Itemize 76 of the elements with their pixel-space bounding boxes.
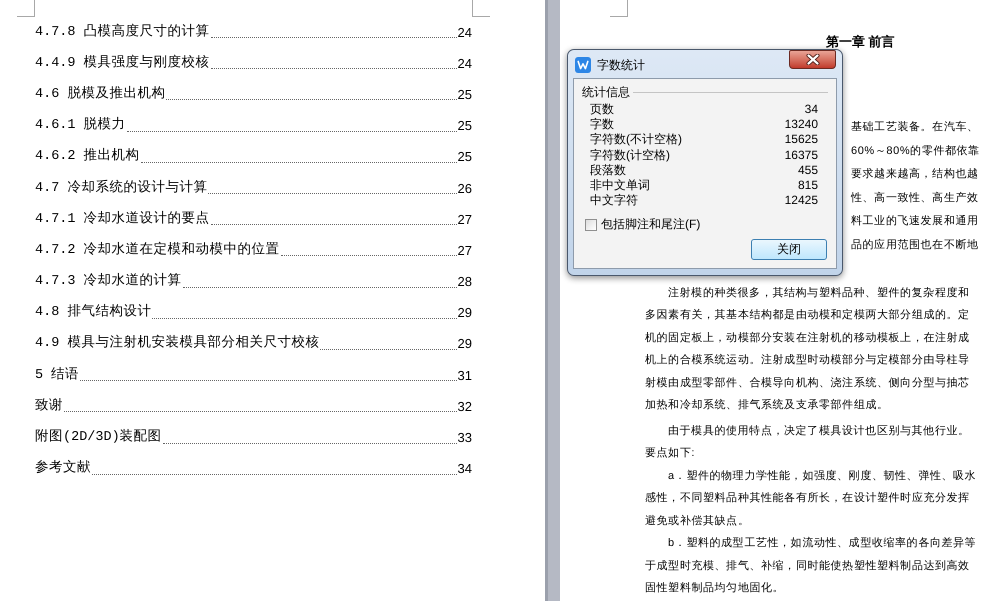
crop-mark <box>472 0 490 17</box>
body-text-line: 要求越来越高，结构也越 <box>851 166 979 182</box>
toc-entry: 参考文献 <box>35 460 91 478</box>
page-number: 33 <box>458 429 472 448</box>
page-number: 34 <box>458 460 472 478</box>
page-number: 24 <box>458 24 472 42</box>
page-number: 32 <box>458 398 472 416</box>
body-text-line: b．塑料的成型工艺性，如流动性、成型收缩率的各向差异等 <box>668 536 976 552</box>
stat-value: 13240 <box>784 117 818 132</box>
toc-entry: 4.7.8 凸模高度尺寸的计算 <box>35 24 210 42</box>
stat-value: 455 <box>798 162 818 178</box>
stat-label: 页数 <box>590 102 614 118</box>
page-number: 24 <box>458 54 472 73</box>
close-button[interactable]: 关闭 <box>751 239 827 260</box>
body-text-line: 于成型时充模、排气、补缩，同时能使热塑性塑料制品达到高效 <box>645 558 970 574</box>
group-label: 统计信息 <box>582 85 630 100</box>
stat-label: 字符数(计空格) <box>590 148 670 163</box>
body-text-line: 加热和冷却系统、排气系统及支承零部件组成。 <box>645 398 889 414</box>
stat-label: 段落数 <box>590 162 626 178</box>
app-logo-icon <box>575 57 591 73</box>
toc-entry: 4.4.9 模具强度与刚度校核 <box>35 54 210 73</box>
stat-value: 34 <box>804 102 818 118</box>
toc-entry: 附图(2D/3D)装配图 <box>35 429 162 448</box>
toc-entry: 4.6 脱模及推出机构 <box>35 86 166 104</box>
body-text-line: 品的应用范围也在不断地 <box>851 238 979 253</box>
body-text-line: 料工业的飞速发展和通用 <box>851 214 979 230</box>
body-text-line: 机的固定板上，动模部分安装在注射机的移动模板上，在注射成 <box>645 330 970 346</box>
toc-entry: 4.8 排气结构设计 <box>35 304 152 322</box>
body-text-line: 注射模的种类很多，其结构与塑料品种、塑件的复杂程度和 <box>668 286 970 301</box>
page-number: 29 <box>458 335 472 354</box>
toc-entry: 5 结语 <box>35 366 80 385</box>
body-text-line: 感性，不同塑料品种其性能各有所长，在设计塑件时应充分发挥 <box>645 490 970 506</box>
page-number: 27 <box>458 242 472 260</box>
body-text-line: 多因素有关，其基本结构都是由动模和定模两大部分组成的。定 <box>645 308 970 324</box>
close-icon <box>806 54 820 65</box>
dialog-title: 字数统计 <box>597 57 645 73</box>
stat-value: 12425 <box>784 193 818 208</box>
toc-entry: 4.9 模具与注射机安装模具部分相关尺寸校核 <box>35 335 320 354</box>
body-text-line: 由于模具的使用特点，决定了模具设计也区别与其他行业。 <box>668 424 970 439</box>
toc-entry: 4.7.2 冷却水道在定模和动模中的位置 <box>35 242 280 260</box>
toc-entry: 4.7.1 冷却水道设计的要点 <box>35 210 210 229</box>
body-text-line: 60%～80%的零件都依靠 <box>851 144 980 159</box>
body-text-line: a．塑件的物理力学性能，如强度、刚度、韧性、弹性、吸水 <box>668 468 976 484</box>
stat-value: 815 <box>798 178 818 194</box>
page-number: 29 <box>458 304 472 322</box>
page-number: 28 <box>458 273 472 292</box>
toc-entry: 4.7 冷却系统的设计与计算 <box>35 180 208 198</box>
body-text-line: 基础工艺装备。在汽车、 <box>851 120 979 135</box>
stat-label: 中文字符 <box>590 193 638 208</box>
stat-label: 字符数(不计空格) <box>590 132 682 148</box>
window-close-button[interactable] <box>789 50 836 69</box>
body-text-line: 固性塑料制品均匀地固化。 <box>645 580 784 596</box>
stat-value: 16375 <box>784 148 818 163</box>
crop-mark <box>17 0 35 17</box>
page-number: 25 <box>458 148 472 166</box>
page-number: 27 <box>458 210 472 229</box>
stat-label: 字数 <box>590 117 614 132</box>
toc-entry: 致谢 <box>35 398 63 416</box>
page-number: 25 <box>458 117 472 136</box>
page-number: 26 <box>458 180 472 198</box>
chapter-heading: 第一章 前言 <box>826 35 895 48</box>
crop-mark <box>610 0 628 17</box>
page-number: 25 <box>458 86 472 104</box>
toc-entry: 4.6.1 脱模力 <box>35 117 126 136</box>
stat-label: 非中文单词 <box>590 178 650 194</box>
body-text-line: 射模由成型零部件、合模导向机构、浇注系统、侧向分型与抽芯 <box>645 376 970 391</box>
checkbox-label[interactable]: 包括脚注和尾注(F) <box>601 217 700 232</box>
stat-value: 15625 <box>784 132 818 148</box>
body-text-line: 避免或补偿其缺点。 <box>645 514 750 529</box>
toc-entry: 4.6.2 推出机构 <box>35 148 140 166</box>
body-text-line: 机上的合模系统运动。注射成型时动模部分与定模部分由导柱导 <box>645 352 970 368</box>
page-number: 31 <box>458 366 472 385</box>
checkbox[interactable] <box>585 218 597 231</box>
body-text-line: 要点如下: <box>645 446 696 462</box>
body-text-line: 性、高一致性、高生产效 <box>851 190 979 206</box>
toc-entry: 4.7.3 冷却水道的计算 <box>35 273 182 292</box>
